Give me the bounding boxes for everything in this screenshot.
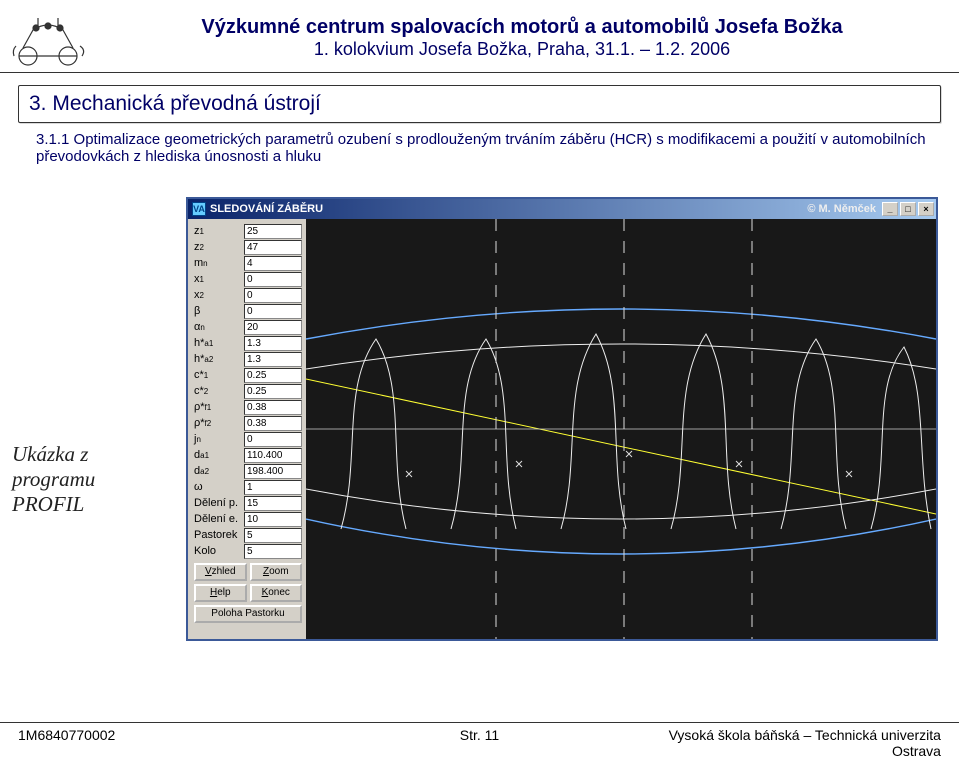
section-title: 3. Mechanická převodná ústrojí — [29, 92, 930, 116]
param-row: x10 — [194, 271, 302, 287]
param-input[interactable]: 0.38 — [244, 416, 302, 431]
param-row: da1110.400 — [194, 447, 302, 463]
param-row: da2198.400 — [194, 463, 302, 479]
param-row: Kolo5 — [194, 543, 302, 559]
param-row: Dělení p.15 — [194, 495, 302, 511]
section-subtitle: 3.1.1 Optimalizace geometrických paramet… — [36, 131, 941, 165]
footer-left: 1M6840770002 — [18, 727, 323, 759]
param-label: mn — [194, 257, 244, 269]
close-button[interactable]: × — [918, 202, 934, 216]
param-label: da1 — [194, 449, 244, 461]
konec-button[interactable]: Konec — [250, 584, 303, 602]
figure-caption: Ukázka z programu PROFIL — [12, 322, 172, 517]
param-row: Pastorek5 — [194, 527, 302, 543]
param-row: c*10.25 — [194, 367, 302, 383]
param-label: z2 — [194, 241, 244, 253]
maximize-button[interactable]: □ — [900, 202, 916, 216]
param-input[interactable]: 1 — [244, 480, 302, 495]
window-author: © M. Němček — [323, 203, 882, 215]
zoom-button[interactable]: Zoom — [250, 563, 303, 581]
param-row: ω1 — [194, 479, 302, 495]
param-row: ρ*f10.38 — [194, 399, 302, 415]
param-input[interactable]: 4 — [244, 256, 302, 271]
param-input[interactable]: 0 — [244, 272, 302, 287]
param-label: jn — [194, 433, 244, 445]
param-row: jn0 — [194, 431, 302, 447]
param-row: c*20.25 — [194, 383, 302, 399]
param-label: ρ*f2 — [194, 417, 244, 429]
param-input[interactable]: 5 — [244, 544, 302, 559]
section-heading-box: 3. Mechanická převodná ústrojí — [18, 85, 941, 123]
param-input[interactable]: 0.38 — [244, 400, 302, 415]
param-input[interactable]: 10 — [244, 512, 302, 527]
header-text: Výzkumné centrum spalovacích motorů a au… — [105, 16, 939, 60]
caption-line2: PROFIL — [12, 492, 84, 516]
param-input[interactable]: 25 — [244, 224, 302, 239]
param-label: αn — [194, 321, 244, 333]
app-body: z125z247mn4x10x20β0αn20h*a11.3h*a21.3c*1… — [188, 219, 936, 639]
param-input[interactable]: 0.25 — [244, 368, 302, 383]
window-buttons: _ □ × — [882, 202, 934, 216]
param-label: x2 — [194, 289, 244, 301]
param-label: h*a1 — [194, 337, 244, 349]
param-input[interactable]: 0 — [244, 288, 302, 303]
param-label: ρ*f1 — [194, 401, 244, 413]
header-title: Výzkumné centrum spalovacích motorů a au… — [105, 16, 939, 39]
param-label: Dělení p. — [194, 497, 244, 509]
param-row: z125 — [194, 223, 302, 239]
footer-right: Vysoká škola báňská – Technická univerzi… — [636, 727, 941, 759]
param-input[interactable]: 0 — [244, 432, 302, 447]
param-input[interactable]: 47 — [244, 240, 302, 255]
param-row: mn4 — [194, 255, 302, 271]
param-input[interactable]: 1.3 — [244, 336, 302, 351]
logo-carriage — [8, 8, 93, 68]
param-input[interactable]: 0.25 — [244, 384, 302, 399]
param-input[interactable]: 15 — [244, 496, 302, 511]
param-input[interactable]: 198.400 — [244, 464, 302, 479]
param-label: Kolo — [194, 545, 244, 557]
app-icon: VA — [192, 202, 206, 216]
help-button[interactable]: Help — [194, 584, 247, 602]
param-label: c*2 — [194, 385, 244, 397]
param-row: β0 — [194, 303, 302, 319]
main-content: Ukázka z programu PROFIL VA SLEDOVÁNÍ ZÁ… — [0, 177, 959, 641]
window-title: SLEDOVÁNÍ ZÁBĚRU — [210, 203, 323, 215]
footer-center: Str. 11 — [323, 727, 637, 759]
param-input[interactable]: 20 — [244, 320, 302, 335]
param-label: Dělení e. — [194, 513, 244, 525]
caption-line1: Ukázka z programu — [12, 442, 95, 491]
param-row: z247 — [194, 239, 302, 255]
param-row: ρ*f20.38 — [194, 415, 302, 431]
param-row: Dělení e.10 — [194, 511, 302, 527]
param-input[interactable]: 1.3 — [244, 352, 302, 367]
param-row: αn20 — [194, 319, 302, 335]
param-input[interactable]: 0 — [244, 304, 302, 319]
param-row: x20 — [194, 287, 302, 303]
param-label: c*1 — [194, 369, 244, 381]
param-label: ω — [194, 481, 244, 493]
param-label: da2 — [194, 465, 244, 477]
param-row: h*a11.3 — [194, 335, 302, 351]
gear-mesh-plot — [306, 219, 936, 639]
param-label: x1 — [194, 273, 244, 285]
param-input[interactable]: 110.400 — [244, 448, 302, 463]
vzhled-button[interactable]: Vzhled — [194, 563, 247, 581]
header-subtitle: 1. kolokvium Josefa Božka, Praha, 31.1. … — [105, 39, 939, 60]
window-titlebar[interactable]: VA SLEDOVÁNÍ ZÁBĚRU © M. Němček _ □ × — [188, 199, 936, 219]
poloha-pastorku-button[interactable]: Poloha Pastorku — [194, 605, 302, 623]
param-label: β — [194, 305, 244, 317]
minimize-button[interactable]: _ — [882, 202, 898, 216]
document-header: Výzkumné centrum spalovacích motorů a au… — [0, 0, 959, 73]
param-label: z1 — [194, 225, 244, 237]
param-row: h*a21.3 — [194, 351, 302, 367]
profil-app-window: VA SLEDOVÁNÍ ZÁBĚRU © M. Němček _ □ × z1… — [186, 197, 938, 641]
param-input[interactable]: 5 — [244, 528, 302, 543]
param-label: Pastorek — [194, 529, 244, 541]
param-label: h*a2 — [194, 353, 244, 365]
page-footer: 1M6840770002 Str. 11 Vysoká škola báňská… — [0, 722, 959, 759]
parameter-panel: z125z247mn4x10x20β0αn20h*a11.3h*a21.3c*1… — [188, 219, 306, 639]
